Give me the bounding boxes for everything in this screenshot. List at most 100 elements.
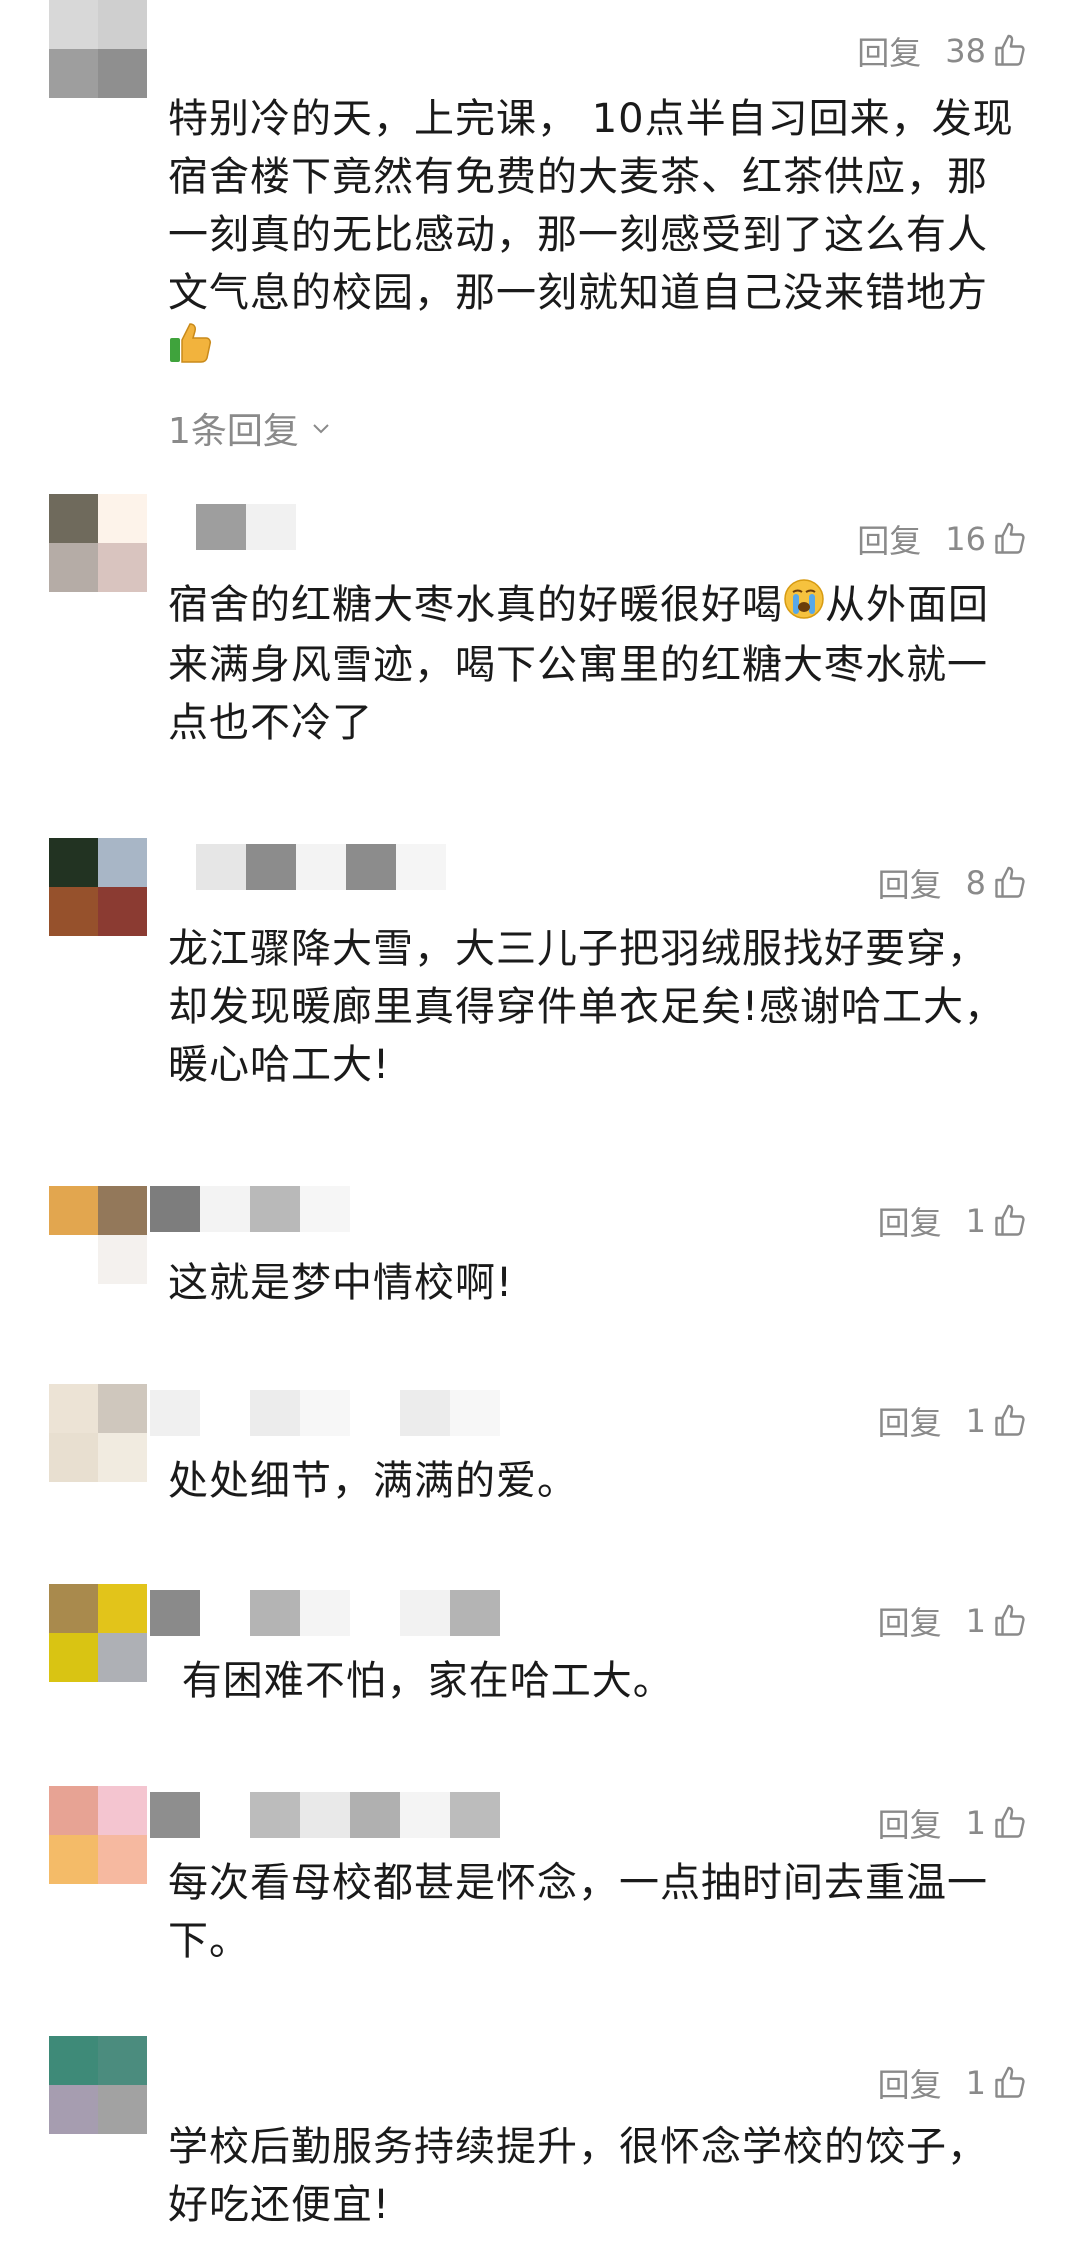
redaction-block (400, 1390, 450, 1436)
redaction-block (200, 1186, 250, 1232)
like-button[interactable]: 16 (945, 520, 1028, 558)
avatar-pixel (49, 838, 98, 887)
like-count: 38 (945, 32, 986, 70)
like-button[interactable]: 1 (966, 1602, 1028, 1640)
avatar-pixel (49, 2036, 98, 2085)
reply-button[interactable]: 回复 (878, 1198, 942, 1244)
like-button[interactable]: 1 (966, 1804, 1028, 1842)
sub-reply-count: 1条回复 (168, 411, 299, 452)
thumbs-up-icon (992, 2065, 1028, 2101)
avatar-pixel (49, 1384, 98, 1433)
avatar[interactable] (49, 1584, 147, 1682)
crying-face-emoji-icon (783, 578, 825, 636)
comment-actions: 回复 1 (878, 2058, 1028, 2108)
redaction-block (196, 844, 246, 890)
redaction-block (450, 1792, 500, 1838)
comment-actions: 回复 1 (878, 1798, 1028, 1848)
avatar-pixel (49, 1186, 98, 1235)
redaction-block (246, 504, 296, 550)
avatar-pixel (98, 1584, 147, 1633)
thumbs-up-emoji-icon (166, 318, 214, 370)
like-count: 8 (965, 864, 986, 902)
avatar-pixel (98, 1235, 147, 1284)
thumbs-up-icon (992, 33, 1028, 69)
comment-text: 龙江骤降大雪，大三儿子把羽绒服找好要穿，却发现暖廊里真得穿件单衣足矣!感谢哈工大… (168, 926, 1006, 1088)
redaction-block (450, 1590, 500, 1636)
like-button[interactable]: 1 (966, 1402, 1028, 1440)
like-button[interactable]: 38 (945, 32, 1028, 70)
avatar-pixel (49, 1835, 98, 1884)
reply-button[interactable]: 回复 (878, 1398, 942, 1444)
reply-button[interactable]: 回复 (878, 1800, 942, 1846)
redaction-block (150, 1390, 200, 1436)
avatar-pixel (98, 1786, 147, 1835)
avatar[interactable] (49, 1786, 147, 1884)
avatar[interactable] (49, 1186, 147, 1284)
avatar-pixel (98, 2085, 147, 2134)
redaction-block (300, 1792, 350, 1838)
chevron-down-icon (309, 408, 333, 449)
avatar-pixel (98, 1835, 147, 1884)
redaction-block (250, 1590, 300, 1636)
avatar[interactable] (49, 0, 147, 98)
thumbs-up-icon (992, 1603, 1028, 1639)
avatar-pixel (49, 1235, 98, 1284)
avatar-pixel (49, 494, 98, 543)
avatar[interactable] (49, 2036, 147, 2134)
view-replies-link[interactable]: 1条回复 (168, 402, 333, 454)
redaction-block (150, 1590, 200, 1636)
redaction-block (300, 1590, 350, 1636)
comment-text: 有困难不怕，家在哈工大。 (168, 1658, 674, 1704)
avatar-pixel (49, 1633, 98, 1682)
reply-button[interactable]: 回复 (878, 1598, 942, 1644)
redaction-block (450, 1390, 500, 1436)
redaction-block (396, 844, 446, 890)
comment-text-part: 宿舍的红糖大枣水真的好暖很好喝 (168, 582, 783, 628)
comment-actions: 回复 1 (878, 1596, 1028, 1646)
redaction-block (250, 1390, 300, 1436)
avatar[interactable] (49, 838, 147, 936)
redaction-block (350, 1792, 400, 1838)
comment-text: 处处细节，满满的爱。 (168, 1458, 578, 1504)
avatar-pixel (98, 1433, 147, 1482)
avatar[interactable] (49, 494, 147, 592)
reply-button[interactable]: 回复 (857, 28, 921, 74)
comment-text: 每次看母校都甚是怀念，一点抽时间去重温一下。 (168, 1860, 988, 1964)
comment-text: 这就是梦中情校啊! (168, 1260, 514, 1306)
comment-actions: 回复 8 (878, 858, 1028, 908)
redaction-block (150, 1792, 200, 1838)
thumbs-up-icon (992, 521, 1028, 557)
avatar-pixel (49, 887, 98, 936)
like-button[interactable]: 1 (966, 1202, 1028, 1240)
avatar-pixel (49, 543, 98, 592)
redaction-block (250, 1792, 300, 1838)
avatar-pixel (49, 1433, 98, 1482)
redaction-block (296, 844, 346, 890)
thumbs-up-icon (992, 1805, 1028, 1841)
redaction-block (196, 504, 246, 550)
avatar[interactable] (49, 1384, 147, 1482)
comment-actions: 回复 38 (857, 26, 1028, 76)
redaction-block (300, 1186, 350, 1232)
avatar-pixel (49, 1584, 98, 1633)
like-button[interactable]: 8 (966, 864, 1028, 902)
avatar-pixel (49, 49, 98, 98)
reply-button[interactable]: 回复 (878, 2060, 942, 2106)
avatar-pixel (98, 0, 147, 49)
comment-text: 宿舍的红糖大枣水真的好暖很好喝 从外面回来满身风雪迹，喝下公寓里的红糖大枣水就一点… (168, 576, 1028, 752)
like-count: 1 (965, 1602, 986, 1640)
avatar-pixel (98, 1633, 147, 1682)
redaction-block (250, 1186, 300, 1232)
reply-button[interactable]: 回复 (878, 860, 942, 906)
avatar-pixel (98, 543, 147, 592)
redaction-block (246, 844, 296, 890)
avatar-pixel (49, 2085, 98, 2134)
redaction-block (150, 1186, 200, 1232)
comment-actions: 回复 1 (878, 1396, 1028, 1446)
like-button[interactable]: 1 (966, 2064, 1028, 2102)
reply-button[interactable]: 回复 (857, 516, 921, 562)
redaction-block (346, 844, 396, 890)
like-count: 1 (965, 1202, 986, 1240)
like-count: 1 (965, 1402, 986, 1440)
avatar-pixel (98, 2036, 147, 2085)
